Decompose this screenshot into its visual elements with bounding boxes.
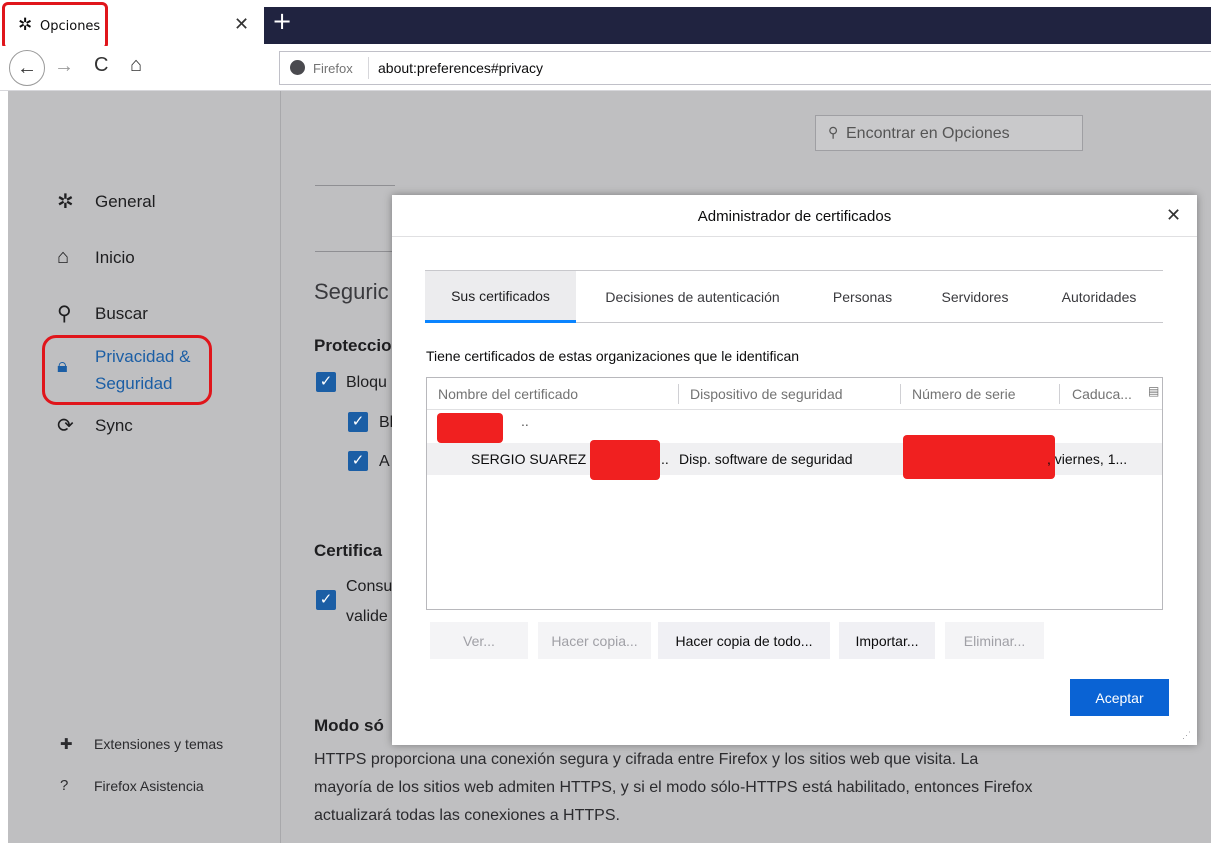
tree-row[interactable]: SERGIO SUAREZ N l... Disp. software de s…: [427, 435, 1162, 480]
tree-cell: ..: [521, 413, 529, 429]
tab-strip: [264, 7, 1211, 44]
redaction: [903, 435, 1055, 479]
dialog-tabs: Sus certificados Decisiones de autentica…: [425, 270, 1163, 323]
search-placeholder: Encontrar en Opciones: [846, 125, 1010, 142]
identity-label: Firefox: [313, 61, 353, 76]
home-icon: ⌂: [57, 246, 70, 268]
search-input[interactable]: ⚲ Encontrar en Opciones: [815, 115, 1083, 151]
redaction: [590, 440, 660, 480]
sidebar-item-general[interactable]: ✲ General: [57, 189, 155, 214]
column-divider[interactable]: [900, 384, 901, 404]
tab-highlight: [2, 2, 108, 50]
checkbox-label: Consu: [346, 578, 393, 595]
tree-cell-expires: , viernes, 1...: [1047, 451, 1128, 467]
text-line: mayoría de los sitios web admiten HTTPS,…: [314, 779, 1033, 796]
home-button[interactable]: ⌂: [130, 54, 142, 77]
sidebar-support[interactable]: ? Firefox Asistencia: [60, 777, 204, 794]
tab-your-certificates[interactable]: Sus certificados: [425, 271, 576, 323]
tree-header: Nombre del certificado Dispositivo de se…: [427, 378, 1162, 410]
nav-bar: ← → C ⌂ Firefox about:preferences#privac…: [0, 46, 1211, 91]
sidebar-footer-label: Extensiones y temas: [94, 736, 224, 752]
sync-icon: ⟳: [57, 415, 74, 437]
reload-icon: C: [94, 54, 109, 76]
certificates-heading: Certifica: [314, 541, 383, 560]
reload-button[interactable]: C: [94, 54, 108, 77]
delete-button[interactable]: Eliminar...: [945, 622, 1044, 659]
arrow-left-icon: ←: [17, 56, 37, 79]
resize-grip-icon[interactable]: ⋰: [1182, 730, 1191, 741]
import-button[interactable]: Importar...: [839, 622, 935, 659]
view-button[interactable]: Ver...: [430, 622, 528, 659]
sidebar-extensions[interactable]: ✚ Extensiones y temas: [60, 735, 223, 753]
certificate-tree[interactable]: Nombre del certificado Dispositivo de se…: [426, 377, 1163, 610]
redaction: [437, 413, 503, 443]
sidebar-item-label: Inicio: [95, 247, 135, 267]
checkbox-label: valide: [346, 608, 388, 625]
dialog-titlebar: Administrador de certificados ✕: [392, 195, 1197, 237]
checkbox[interactable]: ✓: [316, 372, 336, 392]
sidebar-divider: [280, 91, 281, 843]
checkbox[interactable]: ✓: [316, 590, 336, 610]
sidebar-item-label: Buscar: [95, 303, 148, 323]
column-header[interactable]: Nombre del certificado: [438, 386, 578, 402]
backup-button[interactable]: Hacer copia...: [538, 622, 651, 659]
back-button[interactable]: ←: [9, 50, 45, 86]
protection-heading: Proteccio: [314, 336, 392, 355]
sidebar-item-label: Sync: [95, 415, 133, 435]
url-bar[interactable]: Firefox about:preferences#privacy: [279, 51, 1211, 85]
privacy-highlight: [42, 335, 212, 405]
checkbox[interactable]: ✓: [348, 451, 368, 471]
search-icon: ⚲: [828, 124, 839, 140]
tab-people[interactable]: Personas: [820, 271, 905, 323]
divider: [315, 185, 395, 186]
tree-cell-name: SERGIO SUAREZ N: [471, 451, 601, 467]
column-header[interactable]: Número de serie: [912, 386, 1016, 402]
divider: [315, 251, 395, 252]
url-divider: [368, 57, 369, 79]
sidebar-item-sync[interactable]: ⟳ Sync: [57, 413, 133, 438]
puzzle-icon: ✚: [60, 736, 73, 753]
tree-cell-device: Disp. software de seguridad: [679, 451, 853, 467]
tab-authorities[interactable]: Autoridades: [1045, 271, 1153, 323]
new-tab-button[interactable]: +: [272, 9, 292, 33]
section-title: Seguric: [314, 279, 389, 304]
https-heading: Modo só: [314, 716, 384, 735]
sidebar-item-home[interactable]: ⌂ Inicio: [57, 246, 135, 269]
tab-servers[interactable]: Servidores: [925, 271, 1025, 323]
sidebar-item-label: General: [95, 191, 156, 211]
forward-button[interactable]: →: [54, 55, 74, 78]
sidebar-footer-label: Firefox Asistencia: [94, 777, 204, 794]
column-picker-icon[interactable]: ▤: [1148, 384, 1159, 398]
tab-bar: ✲ Opciones ✕ +: [0, 0, 1211, 50]
checkbox-label: A: [379, 453, 390, 470]
https-description: HTTPS proporciona una conexión segura y …: [314, 746, 1074, 830]
column-divider[interactable]: [1059, 384, 1060, 404]
tab-authentication-decisions[interactable]: Decisiones de autenticación: [585, 271, 800, 323]
dialog-title: Administrador de certificados: [697, 208, 892, 225]
close-icon[interactable]: ✕: [1166, 205, 1181, 226]
column-header[interactable]: Dispositivo de seguridad: [690, 386, 843, 402]
checkbox-label: Bloqu: [346, 374, 387, 391]
help-icon: ?: [60, 777, 69, 794]
backup-all-button[interactable]: Hacer copia de todo...: [658, 622, 830, 659]
close-icon[interactable]: ✕: [234, 14, 249, 35]
certificate-manager-dialog: Administrador de certificados ✕ Sus cert…: [392, 195, 1197, 745]
sidebar-item-search[interactable]: ⚲ Buscar: [57, 301, 148, 326]
column-header[interactable]: Caduca...: [1072, 386, 1132, 402]
firefox-icon: [290, 60, 305, 75]
text-line: HTTPS proporciona una conexión segura y …: [314, 751, 979, 768]
column-divider[interactable]: [678, 384, 679, 404]
dialog-description: Tiene certificados de estas organizacion…: [426, 348, 800, 364]
text-line: actualizará todas las conexiones a HTTPS…: [314, 807, 620, 824]
url-text[interactable]: about:preferences#privacy: [378, 60, 543, 76]
page-edge: [0, 91, 8, 843]
gear-icon: ✲: [57, 191, 74, 213]
checkbox[interactable]: ✓: [348, 412, 368, 432]
accept-button[interactable]: Aceptar: [1070, 679, 1169, 716]
search-icon: ⚲: [57, 303, 72, 325]
